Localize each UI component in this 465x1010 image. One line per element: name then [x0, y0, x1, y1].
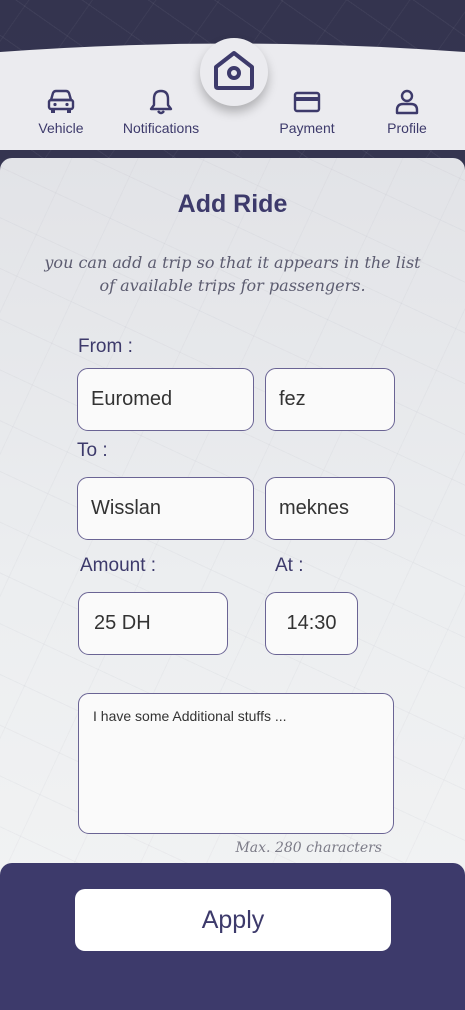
nav-payment-label: Payment — [279, 120, 335, 136]
to-city-input[interactable]: meknes — [265, 477, 395, 540]
nav-notifications[interactable]: Notifications — [111, 88, 211, 136]
subtitle-line-2: of available trips for passengers. — [99, 276, 366, 295]
time-input[interactable]: 14:30 — [265, 592, 358, 655]
to-label: To : — [77, 440, 108, 461]
car-icon — [11, 88, 111, 118]
from-label: From : — [78, 336, 133, 357]
nav-profile-label: Profile — [387, 120, 427, 136]
notes-textarea[interactable]: I have some Additional stuffs ... — [78, 693, 394, 834]
nav-payment[interactable]: Payment — [257, 88, 357, 136]
subtitle-line-1: you can add a trip so that it appears in… — [44, 253, 421, 272]
nav-vehicle-label: Vehicle — [38, 120, 84, 136]
credit-card-icon — [257, 88, 357, 118]
amount-input[interactable]: 25 DH — [78, 592, 228, 655]
user-icon — [357, 88, 457, 118]
apply-button[interactable]: Apply — [75, 889, 391, 951]
bell-icon — [111, 88, 211, 118]
nav-notifications-label: Notifications — [122, 120, 200, 136]
from-place-input[interactable]: Euromed — [77, 368, 254, 431]
to-place-input[interactable]: Wisslan — [77, 477, 254, 540]
page-title: Add Ride — [177, 190, 288, 218]
page-subtitle: you can add a trip so that it appears in… — [40, 251, 425, 297]
footer-bar: Apply — [0, 863, 465, 1010]
add-ride-card: Add Ride you can add a trip so that it a… — [0, 158, 465, 878]
at-label: At : — [275, 555, 304, 576]
nav-profile[interactable]: Profile — [357, 88, 457, 136]
nav-vehicle[interactable]: Vehicle — [11, 88, 111, 136]
from-city-input[interactable]: fez — [265, 368, 395, 431]
home-icon — [211, 49, 257, 96]
top-navigation: Vehicle Notifications Payment Profile — [0, 0, 465, 150]
max-characters-hint: Max. 280 characters — [235, 840, 382, 856]
amount-label: Amount : — [80, 555, 157, 576]
